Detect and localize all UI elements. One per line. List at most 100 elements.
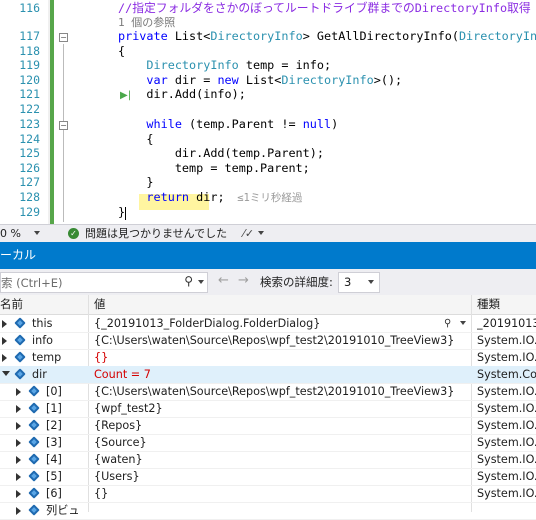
variable-type: System.IO.D [477,487,536,500]
variable-type: System.IO.D [477,385,536,398]
chevron-down-icon[interactable] [198,280,204,284]
code-token: > GetAllDirectoryInfo( [302,29,459,43]
line-number: 119 [19,58,40,72]
variable-name: [2] [46,419,62,432]
column-header-value[interactable]: 値 [94,295,106,314]
line-number: 120 [19,73,40,87]
variable-value[interactable]: {waten} [94,451,468,468]
expand-arrow-icon[interactable] [16,405,21,413]
search-next-icon[interactable]: → [238,273,249,288]
locals-row[interactable]: [3] {Source} System.IO.D [0,434,536,452]
issues-status-text[interactable]: 問題は見つかりませんでした [85,225,227,242]
search-placeholder: 索 (Ctrl+E) [1,276,63,290]
variable-type: System.IO.D [477,453,536,466]
variable-value[interactable]: {} [94,485,468,502]
code-token: dir.Add(temp.Parent); [118,146,324,160]
expand-arrow-icon[interactable] [16,422,21,430]
perf-tip[interactable]: ≤1ミリ秒経過 [225,192,302,204]
field-object-icon [14,351,26,363]
editor-status-bar: 0 % ✓ 問題は見つかりませんでした ⁄✓ [0,224,536,242]
field-object-icon [14,334,26,346]
variable-name: [3] [46,436,62,449]
keyword-token: new [217,73,239,87]
line-number: 122 [19,102,40,116]
expand-arrow-icon[interactable] [2,320,7,328]
field-object-icon [14,317,26,329]
type-token: DirectoryInfo [210,29,303,43]
code-cleanup-icon[interactable]: ⁄✓ [243,225,254,242]
locals-row[interactable]: [4] {waten} System.IO.D [0,451,536,469]
expand-arrow-icon[interactable] [16,439,21,447]
code-line: var dir = new List<DirectoryInfo>(); [118,73,402,87]
code-token: dir; [189,190,225,204]
column-header-name[interactable]: 名前 [0,295,23,314]
variable-value[interactable]: {Source} [94,434,468,451]
expand-arrow-icon[interactable] [16,456,21,464]
code-line: { [118,44,125,58]
chevron-down-icon[interactable] [460,321,466,325]
search-input[interactable]: 索 (Ctrl+E) ⚲ [0,272,208,293]
variable-value[interactable]: {_20191013_FolderDialog.FolderDialog} [94,315,468,332]
variable-value[interactable]: {Users} [94,468,468,485]
variable-value[interactable]: {C:\Users\waten\Source\Repos\wpf_test2\2… [94,332,468,349]
collapse-arrow-icon[interactable] [2,371,10,376]
zoom-dropdown[interactable]: 0 % [0,225,44,241]
expand-arrow-icon[interactable] [2,337,7,345]
variable-name: [6] [46,487,62,500]
collapse-while-toggle[interactable]: − [59,121,68,130]
expand-arrow-icon[interactable] [16,490,21,498]
code-token: 1 個の参照 [118,16,176,29]
expand-arrow-icon[interactable] [16,388,21,396]
locals-row[interactable]: [6] {} System.IO.D [0,485,536,503]
expand-arrow-icon[interactable] [2,354,7,362]
code-line: } [118,175,153,189]
variable-value[interactable]: {wpf_test2} [94,400,468,417]
search-icon[interactable]: ⚲ [184,274,193,288]
code-line: { [118,132,153,146]
field-object-icon [28,453,40,465]
variable-value[interactable]: {} [94,349,468,366]
chevron-down-icon[interactable] [258,231,264,235]
variable-name: [1] [46,402,62,415]
column-header-type[interactable]: 種類 [477,295,500,314]
locals-row[interactable]: temp {} System.IO.D [0,349,536,367]
variable-type: System.IO.D [477,470,536,483]
variable-name: [0] [46,385,62,398]
zoom-level: 0 % [0,227,21,240]
variable-type: System.IO.D [477,334,536,347]
chevron-down-icon [34,231,40,235]
locals-window-title[interactable]: ーカル [0,242,536,269]
code-line: //指定フォルダをさかのぼってルートドライブ群までのDirectoryInfo取… [118,1,531,15]
line-number: 121 [19,87,40,101]
keyword-token: var [146,73,168,87]
codelens-references[interactable]: 1 個の参照 [118,15,175,30]
keyword-token: private [118,29,175,43]
locals-row[interactable]: [1] {wpf_test2} System.IO.D [0,400,536,418]
expand-arrow-icon[interactable] [16,507,21,515]
code-token: dir = [167,73,218,87]
line-number: 128 [19,190,40,204]
locals-row[interactable]: [2] {Repos} System.IO.D [0,417,536,435]
search-depth-select[interactable]: 3 [338,272,380,293]
locals-row[interactable]: info {C:\Users\waten\Source\Repos\wpf_tes… [0,332,536,350]
collapse-method-toggle[interactable]: − [59,33,68,42]
search-previous-icon[interactable]: ← [218,273,229,288]
line-number: 129 [19,205,40,219]
code-line: return dir; ≤1ミリ秒経過 [118,190,302,205]
expand-arrow-icon[interactable] [16,473,21,481]
variable-value[interactable]: {C:\Users\waten\Source\Repos\wpf_test2\2… [94,383,468,400]
variable-type: System.IO.D [477,351,536,364]
variable-value[interactable]: {Repos} [94,417,468,434]
visualizer-magnifier-icon[interactable]: ⚲ [444,315,451,332]
variable-value[interactable]: Count = 7 [94,366,468,383]
comment-token: //指定フォルダをさかのぼってルートドライブ群までのDirectoryInfo取… [118,1,531,15]
code-editor[interactable]: − − ▶| 116//指定フォルダをさかのぼってルートドライブ群までのDire… [0,0,536,224]
locals-row[interactable]: [5] {Users} System.IO.D [0,468,536,486]
locals-row[interactable]: this {_20191013_FolderDialog.FolderDialog… [0,315,536,333]
locals-row[interactable]: 列ビュ [0,502,536,520]
locals-row[interactable]: [0] {C:\Users\waten\Source\Repos\wpf_test… [0,383,536,401]
locals-row[interactable]: dir Count = 7 System.Col [0,366,536,384]
